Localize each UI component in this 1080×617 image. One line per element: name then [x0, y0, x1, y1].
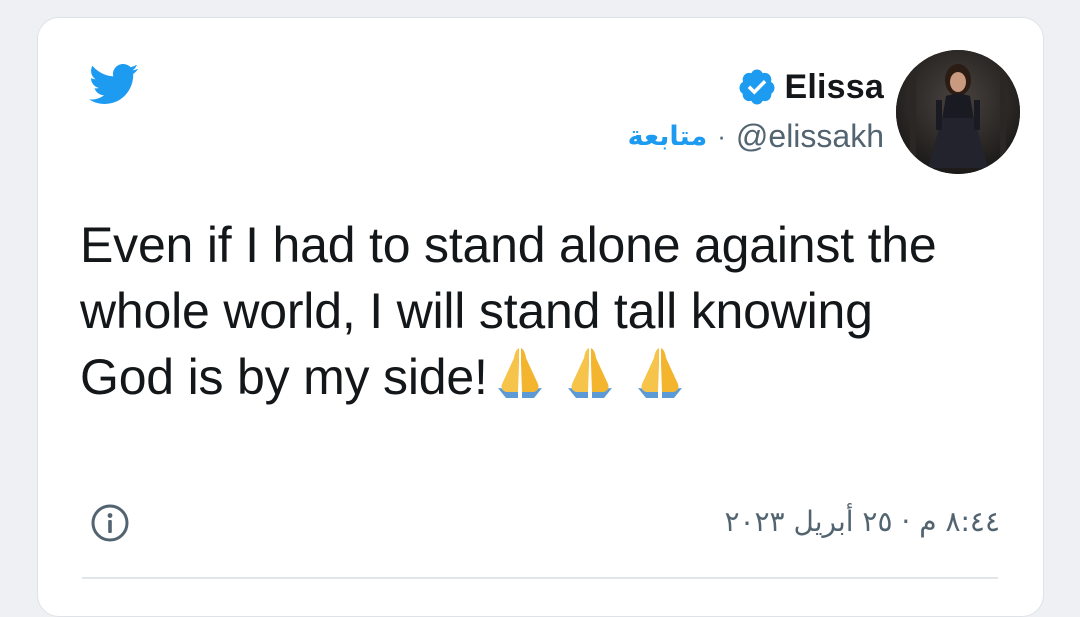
folded-hands-emoji [567, 348, 612, 398]
display-name[interactable]: Elissa [785, 68, 885, 107]
verified-badge-icon [738, 69, 774, 105]
user-handle[interactable]: @elissakh [736, 118, 884, 155]
separator-dot: · [717, 120, 726, 151]
folded-hands-emoji [497, 348, 542, 398]
author-names: Elissa متابعة · @elissakh [628, 65, 884, 159]
handle-row: متابعة · @elissakh [628, 113, 884, 159]
follow-button[interactable]: متابعة [628, 121, 708, 152]
avatar[interactable] [896, 50, 1020, 174]
tweet-header: Elissa متابعة · @elissakh [628, 50, 1020, 174]
folded-hands-emoji [637, 348, 682, 398]
display-name-row[interactable]: Elissa [737, 65, 885, 109]
tweet-timestamp[interactable]: ٨:٤٤ م · ٢٥ أبريل ٢٠٢٣ [724, 505, 1000, 538]
tweet-text: Even if I had to stand alone against the… [80, 212, 980, 410]
divider [82, 577, 998, 579]
profile-photo [896, 50, 1020, 174]
twitter-bird-icon[interactable] [82, 58, 144, 110]
info-icon[interactable] [90, 503, 130, 543]
